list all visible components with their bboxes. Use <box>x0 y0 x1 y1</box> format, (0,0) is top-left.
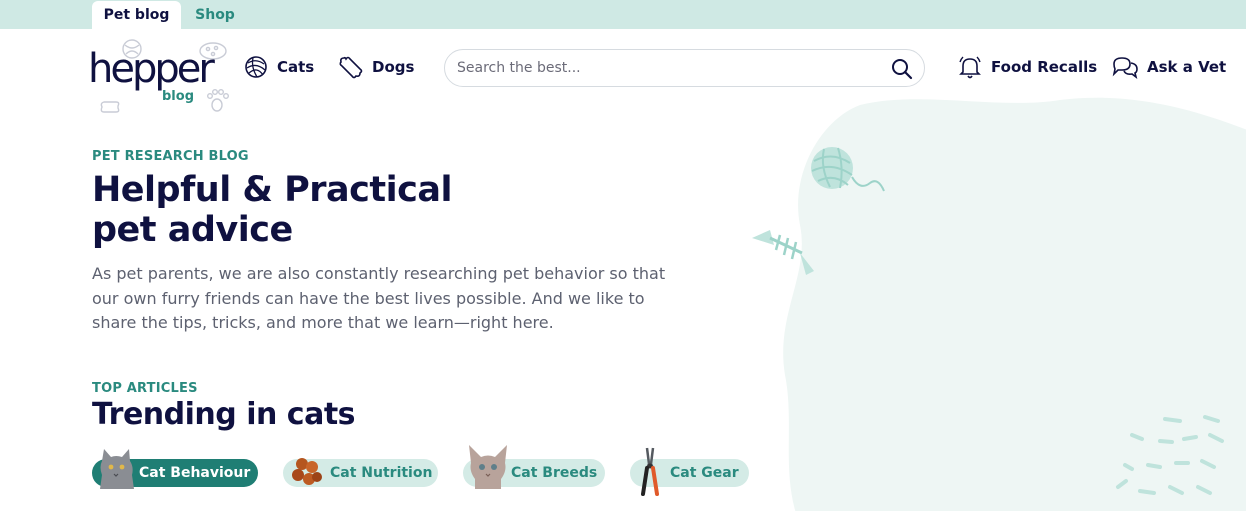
hero-description: As pet parents, we are also constantly r… <box>92 264 666 332</box>
chip-cat-nutrition-label: Cat Nutrition <box>330 465 433 481</box>
chip-cat-behaviour[interactable]: Cat Behaviour <box>92 449 258 489</box>
hero-title: Helpful & Practical pet advice <box>92 170 512 250</box>
hero-title-line-2: pet advice <box>92 210 293 250</box>
tab-pet-blog[interactable]: Pet blog <box>92 1 181 29</box>
hepper-blog-logo[interactable]: hepper blog <box>86 35 236 117</box>
chip-cat-gear-label: Cat Gear <box>670 465 739 481</box>
nav-food-recalls-label: Food Recalls <box>991 58 1098 76</box>
chip-cat-breeds[interactable]: Cat Breeds <box>463 445 605 489</box>
search-box <box>444 49 925 87</box>
yarn-ball-icon <box>245 56 267 78</box>
decorative-background <box>752 97 1246 511</box>
nav-dogs-label: Dogs <box>372 58 415 76</box>
trending-eyebrow: TOP ARTICLES <box>92 381 198 396</box>
nav-ask-a-vet-label: Ask a Vet <box>1147 58 1227 76</box>
dog-bone-icon <box>339 56 363 79</box>
nav-food-recalls[interactable]: Food Recalls <box>957 51 1097 83</box>
tab-shop[interactable]: Shop <box>190 1 240 29</box>
search-input[interactable] <box>457 54 877 82</box>
chat-bubbles-icon <box>1112 57 1138 79</box>
logo-wordmark: hepper <box>88 46 215 92</box>
hero-title-line-1: Helpful & Practical <box>92 170 452 210</box>
hero-eyebrow: PET RESEARCH BLOG <box>92 149 249 164</box>
search-icon[interactable] <box>890 57 914 81</box>
chip-cat-behaviour-label: Cat Behaviour <box>139 465 251 481</box>
kibble-icon <box>292 458 322 485</box>
top-tab-strip: Pet blog Shop <box>0 0 1246 29</box>
logo-sub-label: blog <box>162 89 194 104</box>
nail-clipper-icon <box>641 447 659 496</box>
sphynx-cat-icon <box>469 445 507 489</box>
grey-cat-icon <box>100 449 134 489</box>
nav-cats[interactable]: Cats <box>243 51 314 83</box>
site-header: hepper blog Cats Dogs Food Recalls <box>0 29 1246 113</box>
nav-dogs[interactable]: Dogs <box>338 51 414 83</box>
chip-cat-nutrition[interactable]: Cat Nutrition <box>283 458 438 487</box>
chip-cat-gear[interactable]: Cat Gear <box>630 447 749 496</box>
chip-cat-breeds-label: Cat Breeds <box>511 465 598 481</box>
nav-cats-label: Cats <box>277 58 315 76</box>
nav-ask-a-vet[interactable]: Ask a Vet <box>1111 51 1226 83</box>
bell-icon <box>959 56 981 79</box>
trending-title: Trending in cats <box>92 397 356 432</box>
